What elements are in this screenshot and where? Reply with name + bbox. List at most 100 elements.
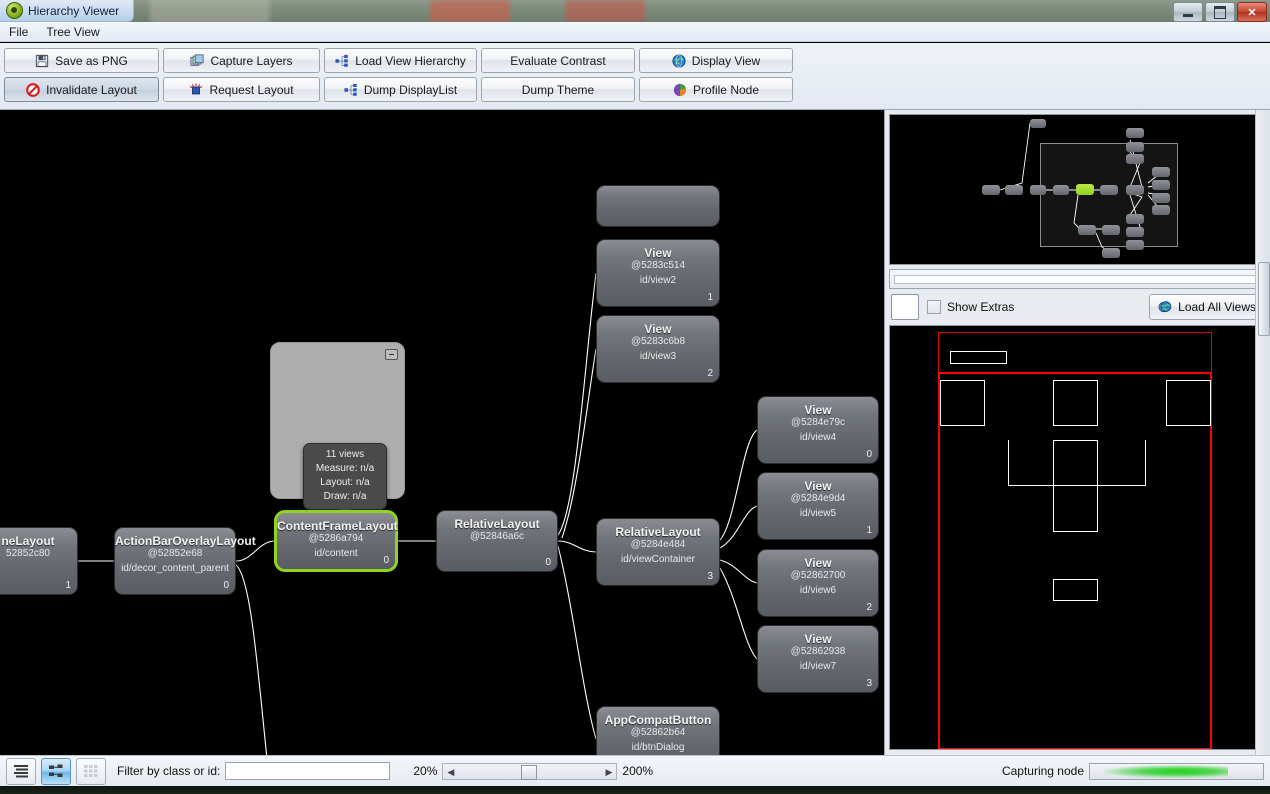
minimap-node: [1126, 240, 1144, 250]
graph-node-view5[interactable]: View @5284e9d4 id/view5 1: [757, 472, 879, 540]
grid-icon: [84, 765, 98, 777]
graph-node-view7[interactable]: View @52862938 id/view7 3: [757, 625, 879, 693]
globe-icon: [672, 53, 686, 68]
node-resource-id: id/btnDialog: [631, 742, 685, 753]
window-controls: ✕: [1173, 2, 1267, 22]
dump-displaylist-button[interactable]: Dump DisplayList: [324, 77, 477, 102]
graph-node-relativelayout-container[interactable]: RelativeLayout @5284e484 id/viewContainer 3: [596, 518, 720, 586]
window-title: Hierarchy Viewer: [28, 3, 120, 18]
minimap-node: [1152, 180, 1170, 190]
save-as-png-button[interactable]: Save as PNG: [4, 48, 159, 73]
node-child-count: 2: [866, 602, 872, 613]
graph-node-actionbaroverlaylayout[interactable]: ActionBarOverlayLayout @52852e68 id/decor_…: [114, 527, 256, 595]
zoom-slider-track[interactable]: [894, 275, 1258, 284]
minimap-node: [1102, 248, 1120, 258]
node-resource-id: id/view6: [799, 585, 837, 596]
show-extras-row[interactable]: Show Extras: [927, 300, 1014, 314]
preview-controls-bar: Show Extras Load All Views: [885, 291, 1270, 323]
preview-box-left: [940, 380, 985, 426]
device-preview[interactable]: [889, 325, 1263, 750]
highlight-color-swatch[interactable]: [891, 294, 919, 320]
graph-node-relativelayout-a[interactable]: RelativeLayout @52846a6c 0: [436, 510, 558, 572]
capture-layers-button[interactable]: Capture Layers: [163, 48, 320, 73]
filter-input[interactable]: [225, 762, 391, 780]
zoom-decrease-icon[interactable]: ◀: [447, 767, 454, 778]
maximize-icon: [1214, 5, 1226, 19]
graph-node-appcompatbutton[interactable]: AppCompatButton@52862b64id/btnDialog4: [596, 706, 720, 755]
node-profile-tooltip: 11 views Measure: n/a Layout: n/a Draw: …: [303, 443, 387, 516]
minimap-overview[interactable]: [889, 114, 1263, 265]
graph-edges: [78, 272, 758, 755]
capture-layers-label: Capture Layers: [210, 53, 293, 68]
tooltip-views: 11 views: [325, 449, 365, 460]
progress-pulse: [1103, 764, 1229, 778]
window-title-tab[interactable]: Hierarchy Viewer: [0, 0, 135, 22]
graph-node-contentframelayout[interactable]: ContentFrameLayout @5286a794 id/content 0: [274, 510, 398, 572]
zoom-min-label: 20%: [413, 764, 438, 778]
show-extras-checkbox[interactable]: [927, 300, 941, 314]
node-class-name: AppCompatButton: [604, 713, 712, 727]
graph-node-view1-partial[interactable]: [596, 185, 720, 227]
minimap-node: [1152, 205, 1170, 215]
node-resource-id: id/content: [314, 548, 358, 559]
hierarchy-graph-canvas[interactable]: 11 views Measure: n/a Layout: n/a Draw: …: [0, 110, 884, 755]
minimap-node: [982, 185, 1000, 195]
desktop-blur-1: [150, 0, 270, 22]
node-address: @52862b64: [630, 727, 686, 738]
invalidate-icon: [26, 82, 40, 97]
node-address: @52852e68: [147, 548, 203, 559]
dump-theme-button[interactable]: Dump Theme: [481, 77, 635, 102]
collapse-icon[interactable]: [385, 349, 398, 360]
graph-node-framelayout-root[interactable]: neLayout 52852c80 1: [0, 527, 78, 595]
menu-item-file[interactable]: File: [0, 23, 37, 41]
zoom-slider-panel[interactable]: [889, 269, 1263, 289]
minimize-button[interactable]: [1173, 2, 1203, 22]
profile-node-button[interactable]: Profile Node: [639, 77, 793, 102]
grid-view-mode-button[interactable]: [76, 757, 106, 785]
load-view-hierarchy-button[interactable]: Load View Hierarchy: [324, 48, 477, 73]
request-layout-label: Request Layout: [209, 82, 294, 97]
graph-node-view4[interactable]: View @5284e79c id/view4 0: [757, 396, 879, 464]
preview-box-center: [1053, 380, 1098, 426]
right-panel-scrollbar[interactable]: [1255, 110, 1270, 755]
close-button[interactable]: ✕: [1237, 2, 1267, 22]
minimap-node: [1126, 128, 1144, 138]
graph-node-view3[interactable]: View @5283c6b8 id/view3 2: [596, 315, 720, 383]
minimap-node: [1102, 225, 1120, 235]
maximize-button[interactable]: [1205, 2, 1235, 22]
graph-node-view6[interactable]: View @52862700 id/view6 2: [757, 549, 879, 617]
request-layout-button[interactable]: Request Layout: [163, 77, 320, 102]
zoom-slider-thumb[interactable]: [521, 764, 538, 780]
node-address: @52862938: [790, 646, 846, 657]
menu-item-tree-view[interactable]: Tree View: [37, 23, 108, 41]
graph-node-view2[interactable]: View @5283c514 id/view2 1: [596, 239, 720, 307]
node-resource-id: id/decor_content_parent: [121, 563, 229, 574]
profile-node-label: Profile Node: [692, 82, 760, 97]
node-class-name: RelativeLayout: [615, 525, 701, 539]
list-icon: [14, 765, 28, 778]
zoom-increase-icon[interactable]: ▶: [605, 767, 612, 778]
node-address: @5283c6b8: [630, 336, 686, 347]
desktop-edge-strip: [0, 786, 1270, 794]
node-address: @5283c514: [630, 260, 686, 271]
tooltip-layout: Layout: n/a: [320, 477, 370, 488]
node-child-count: 2: [707, 368, 713, 379]
list-view-mode-button[interactable]: [6, 757, 36, 785]
node-child-count: 1: [65, 580, 71, 591]
minimap-node: [1126, 142, 1144, 152]
load-view-hierarchy-label: Load View Hierarchy: [355, 53, 466, 68]
display-view-label: Display View: [691, 53, 761, 68]
evaluate-contrast-button[interactable]: Evaluate Contrast: [481, 48, 635, 73]
node-address: @5284e484: [630, 539, 686, 550]
zoom-slider[interactable]: ◀ ▶: [442, 762, 618, 780]
scrollbar-thumb[interactable]: [1258, 262, 1270, 336]
right-side-panel: Show Extras Load All Views: [884, 110, 1270, 755]
display-view-button[interactable]: Display View: [639, 48, 793, 73]
preview-content-outline: [938, 372, 1212, 749]
tree-view-mode-button[interactable]: [41, 757, 71, 785]
invalidate-layout-label: Invalidate Layout: [46, 82, 137, 97]
invalidate-layout-button[interactable]: Invalidate Layout: [4, 77, 159, 102]
hierarchy-icon: [344, 83, 357, 96]
load-all-views-button[interactable]: Load All Views: [1149, 294, 1265, 320]
node-resource-id: id/view5: [799, 508, 837, 519]
